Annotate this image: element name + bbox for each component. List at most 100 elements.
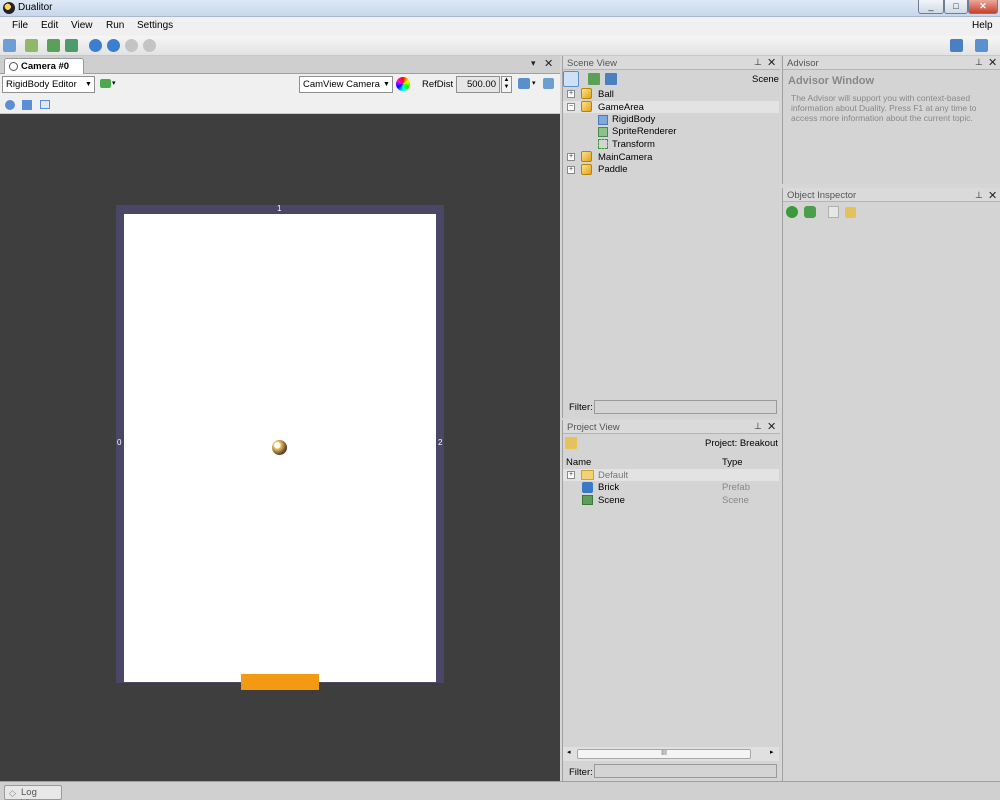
minimize-button[interactable]: _ xyxy=(918,0,944,14)
copy-icon[interactable] xyxy=(828,206,839,218)
polygon-shape-icon[interactable] xyxy=(40,100,50,109)
open-icon[interactable] xyxy=(25,39,38,52)
gameobject-icon xyxy=(581,164,592,175)
scene-resource-icon[interactable] xyxy=(588,73,600,85)
camera-select[interactable]: CamView Camera ▼ xyxy=(299,76,393,93)
project-item-scene[interactable]: Scene xyxy=(598,495,625,506)
expand-icon[interactable]: + xyxy=(567,153,575,161)
tag-icon: ◇ xyxy=(9,788,16,798)
horizontal-scrollbar[interactable]: ◂ III ▸ xyxy=(563,747,779,761)
rect-shape-icon[interactable] xyxy=(22,100,32,110)
project-item-scene-type: Scene xyxy=(722,495,749,506)
editor-mode-select[interactable]: RigidBody Editor ▼ xyxy=(2,76,95,93)
pin-icon[interactable]: ⊥ xyxy=(754,57,762,68)
project-view-title: Project View xyxy=(567,422,620,433)
tree-item-rigidbody[interactable]: RigidBody xyxy=(612,114,655,125)
project-item-default[interactable]: Default xyxy=(598,470,628,481)
dropdown-icon[interactable]: ▾ xyxy=(531,58,536,69)
settings-icon[interactable] xyxy=(543,78,554,89)
status-bar: ◇ Log View xyxy=(0,781,1000,800)
column-header-type[interactable]: Type xyxy=(722,457,743,468)
folder-icon xyxy=(581,470,594,480)
ball-sprite[interactable] xyxy=(272,440,287,455)
new-project-icon[interactable] xyxy=(3,39,16,52)
save-icon[interactable] xyxy=(47,39,60,52)
layout-icon[interactable] xyxy=(950,39,963,52)
refresh-icon[interactable] xyxy=(786,206,798,218)
advisor-heading: Advisor Window xyxy=(788,75,875,87)
project-filter-input[interactable] xyxy=(594,764,777,778)
layer-icon[interactable] xyxy=(100,79,111,88)
paddle-sprite[interactable] xyxy=(241,674,319,690)
close-icon[interactable]: ✕ xyxy=(988,189,997,202)
scene-filter-input[interactable] xyxy=(594,400,777,414)
scene-label: Scene xyxy=(752,74,779,85)
close-icon[interactable]: ✕ xyxy=(544,57,553,70)
close-icon[interactable]: ✕ xyxy=(767,56,776,69)
tree-item-ball[interactable]: Ball xyxy=(598,89,614,100)
tree-item-gamearea[interactable]: GameArea xyxy=(598,102,644,113)
menu-settings[interactable]: Settings xyxy=(137,20,173,31)
tree-item-transform[interactable]: Transform xyxy=(612,139,655,150)
collapse-icon[interactable]: − xyxy=(567,103,575,111)
refdist-input[interactable]: 500.00 xyxy=(456,76,500,93)
column-header-name[interactable]: Name xyxy=(566,457,591,468)
play-icon[interactable] xyxy=(89,39,102,52)
chevron-down-icon[interactable]: ▾ xyxy=(112,79,116,87)
menu-help[interactable]: Help xyxy=(972,20,993,31)
edge-label-left: 0 xyxy=(117,438,122,447)
close-icon[interactable]: ✕ xyxy=(767,420,776,433)
expand-icon[interactable]: + xyxy=(567,471,575,479)
create-resource-icon[interactable] xyxy=(565,437,577,449)
step-icon[interactable] xyxy=(107,39,120,52)
edge-label-top: 1 xyxy=(277,204,282,213)
tree-item-maincamera[interactable]: MainCamera xyxy=(598,152,652,163)
perspective-icon[interactable] xyxy=(518,78,530,89)
pin-icon[interactable]: ⊥ xyxy=(975,190,983,201)
save-scene-icon[interactable] xyxy=(605,73,617,85)
advisor-title-bar: Advisor xyxy=(783,56,1000,70)
chevron-down-icon: ▼ xyxy=(85,81,92,88)
menu-view[interactable]: View xyxy=(71,20,93,31)
pin-icon[interactable]: ⊥ xyxy=(975,57,983,68)
chevron-down-icon[interactable]: ▾ xyxy=(532,79,536,87)
tree-item-spriterenderer[interactable]: SpriteRenderer xyxy=(612,126,676,137)
gear-icon[interactable] xyxy=(804,206,816,218)
menu-run[interactable]: Run xyxy=(106,20,124,31)
project-label: Project: Breakout xyxy=(705,438,778,449)
menu-file[interactable]: File xyxy=(12,20,28,31)
expand-icon[interactable]: + xyxy=(567,166,575,174)
pin-icon[interactable]: ⊥ xyxy=(754,421,762,432)
plugins-icon[interactable] xyxy=(975,39,988,52)
lock-icon[interactable] xyxy=(845,207,856,218)
log-view-tab[interactable]: ◇ Log View xyxy=(4,785,62,800)
advisor-title: Advisor xyxy=(787,58,819,69)
scene-view-title-bar: Scene View xyxy=(563,56,780,70)
tab-camera[interactable]: Camera #0 xyxy=(4,58,84,74)
menu-edit[interactable]: Edit xyxy=(41,20,58,31)
scene-file-icon xyxy=(582,495,593,505)
shape-toolbar xyxy=(0,96,560,114)
circle-shape-icon[interactable] xyxy=(5,100,15,110)
eye-icon xyxy=(9,62,18,71)
title-bar: Dualitor _ □ ✕ xyxy=(0,0,1000,17)
create-object-icon[interactable] xyxy=(563,71,579,87)
close-icon[interactable]: ✕ xyxy=(988,56,997,69)
maximize-button[interactable]: □ xyxy=(944,0,968,14)
scroll-right-icon[interactable]: ▸ xyxy=(770,748,774,756)
expand-icon[interactable]: + xyxy=(567,90,575,98)
app-logo-icon xyxy=(3,2,15,14)
rigidbody-icon xyxy=(598,115,608,125)
tree-item-paddle[interactable]: Paddle xyxy=(598,164,628,175)
prefab-icon xyxy=(582,482,593,493)
refdist-spinner[interactable]: ▲ ▼ xyxy=(501,76,512,93)
pause-icon[interactable] xyxy=(125,39,138,52)
scrollbar-thumb[interactable]: III xyxy=(577,749,751,759)
project-item-brick[interactable]: Brick xyxy=(598,482,619,493)
close-button[interactable]: ✕ xyxy=(968,0,998,14)
scroll-left-icon[interactable]: ◂ xyxy=(567,748,571,756)
save-all-icon[interactable] xyxy=(65,39,78,52)
stop-icon[interactable] xyxy=(143,39,156,52)
camera-toolbar: RigidBody Editor ▼ ▾ CamView Camera ▼ Re… xyxy=(0,74,560,96)
color-wheel-icon[interactable] xyxy=(396,77,410,91)
